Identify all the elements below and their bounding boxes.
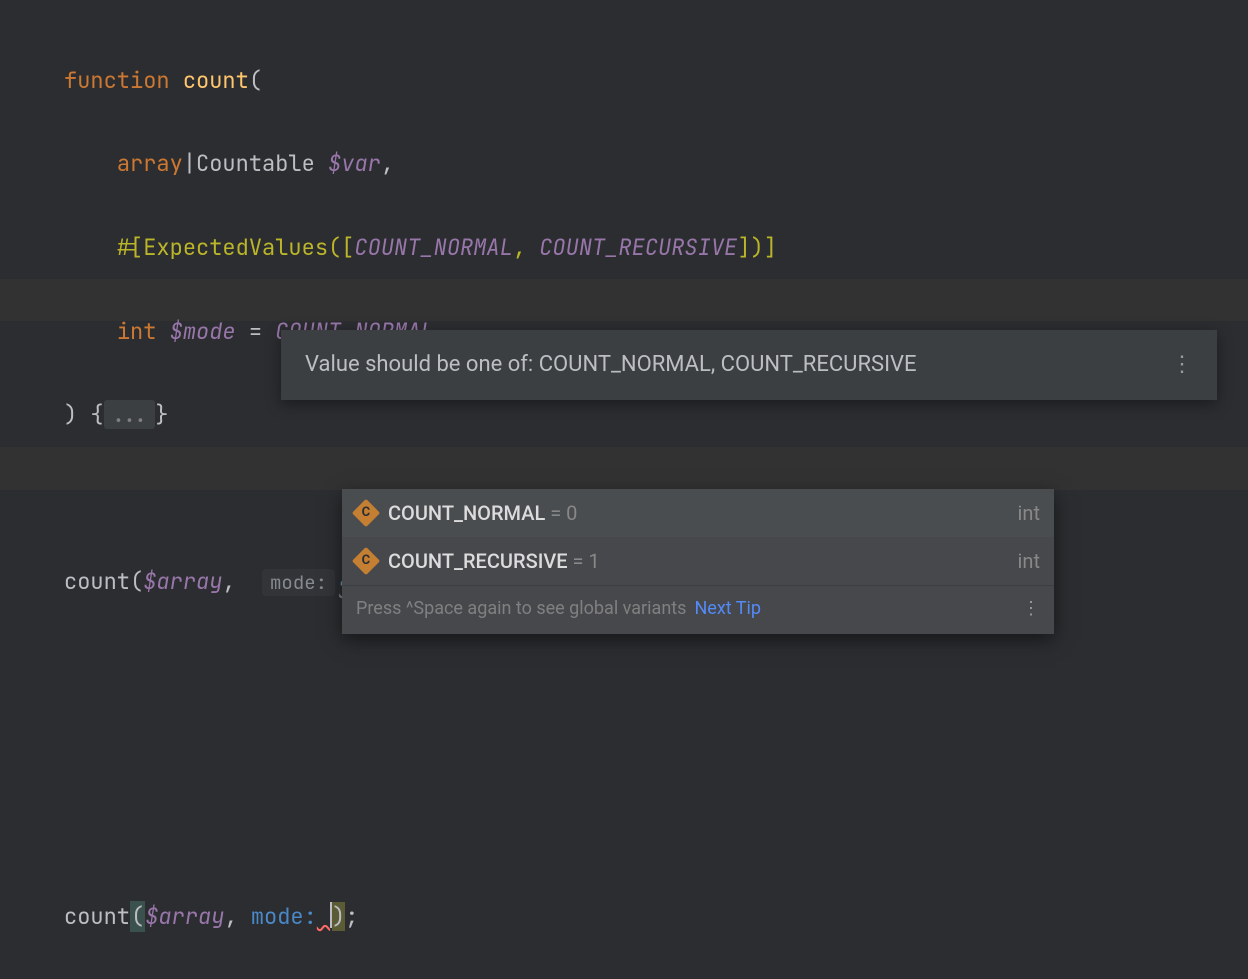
call-fn: count: [64, 567, 130, 596]
equals: =: [568, 542, 589, 580]
completion-value: 1: [588, 542, 599, 580]
inspection-tooltip: Value should be one of: COUNT_NORMAL, CO…: [281, 330, 1217, 400]
comma: ,: [513, 233, 526, 262]
completion-type: int: [1018, 494, 1040, 532]
constant-icon: C: [352, 547, 380, 575]
footer-hint: Press ^Space again to see global variant…: [356, 592, 686, 626]
keyword-function: function: [64, 66, 170, 95]
param-hint: mode:: [262, 569, 335, 596]
completion-name: COUNT_NORMAL: [388, 494, 545, 532]
param-var: $var: [328, 149, 381, 178]
paren-open: (: [249, 66, 262, 95]
type-array: array: [117, 149, 183, 178]
type-int: int: [117, 317, 157, 346]
completion-footer: Press ^Space again to see global variant…: [342, 585, 1054, 634]
call2-fn: count: [64, 902, 130, 931]
tooltip-text: Value should be one of: COUNT_NORMAL, CO…: [305, 344, 917, 386]
comma: ,: [224, 902, 237, 931]
equals: =: [249, 317, 262, 346]
constant-icon: C: [352, 499, 380, 527]
paren-close: ): [64, 400, 77, 429]
brace-open: {: [90, 400, 103, 429]
type-pipe: |: [183, 149, 196, 178]
semicolon: ;: [345, 902, 358, 931]
attribute-open: #[ExpectedValues([: [117, 233, 355, 262]
completion-popup[interactable]: C COUNT_NORMAL = 0 int C COUNT_RECURSIVE…: [342, 489, 1054, 634]
function-name: count: [183, 66, 249, 95]
next-tip-link[interactable]: Next Tip: [694, 592, 761, 626]
completion-item[interactable]: C COUNT_NORMAL = 0 int: [342, 489, 1054, 537]
code-fold[interactable]: ...: [104, 400, 156, 429]
param-name: mode:: [251, 902, 317, 931]
param-mode: $mode: [170, 317, 236, 346]
const-recursive: COUNT_RECURSIVE: [539, 233, 737, 262]
kebab-icon[interactable]: ⋮: [1171, 344, 1193, 386]
brace-close: }: [155, 400, 168, 429]
equals: =: [545, 494, 566, 532]
matched-paren-open: (: [130, 901, 145, 932]
completion-value: 0: [566, 494, 577, 532]
completion-item[interactable]: C COUNT_RECURSIVE = 1 int: [342, 537, 1054, 585]
attribute-close: ])]: [737, 233, 777, 262]
call-arg1: $array: [143, 567, 222, 596]
const-normal: COUNT_NORMAL: [354, 233, 512, 262]
completion-name: COUNT_RECURSIVE: [388, 542, 568, 580]
type-countable: Countable: [196, 149, 315, 178]
completion-type: int: [1018, 542, 1040, 580]
comma: ,: [381, 149, 394, 178]
kebab-icon[interactable]: ⋮: [1022, 592, 1040, 626]
comma: ,: [222, 567, 235, 596]
matched-paren-close: ): [332, 902, 345, 931]
call2-arg1: $array: [145, 902, 224, 931]
call-paren-open: (: [130, 567, 143, 596]
